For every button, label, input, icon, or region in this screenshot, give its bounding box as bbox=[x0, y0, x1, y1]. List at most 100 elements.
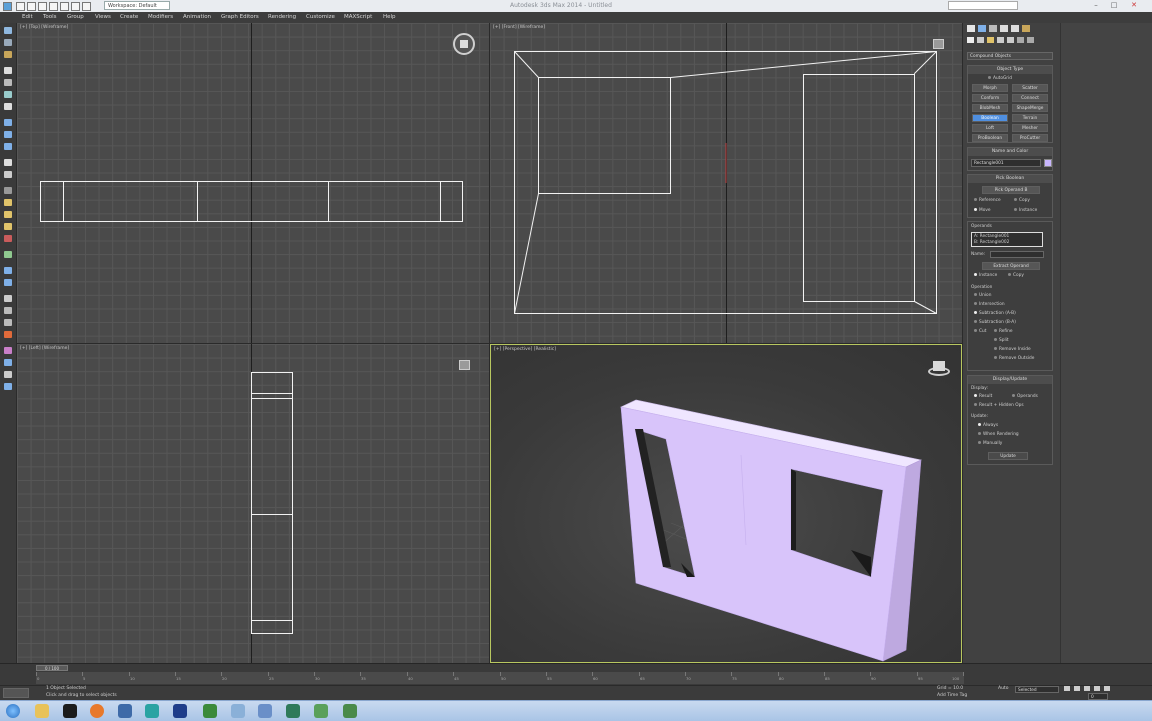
system-tray[interactable] bbox=[1058, 707, 1118, 715]
morph-button[interactable]: Morph bbox=[972, 84, 1008, 92]
save-file-icon[interactable] bbox=[38, 2, 47, 11]
viewcube-icon[interactable] bbox=[925, 359, 953, 379]
viewcube-icon[interactable] bbox=[453, 33, 475, 55]
panel-scroll-area[interactable] bbox=[1060, 23, 1152, 663]
firefox-icon[interactable] bbox=[90, 704, 104, 718]
extract-operand-button[interactable]: Extract Operand bbox=[982, 262, 1040, 270]
render-setup-icon[interactable] bbox=[4, 359, 12, 366]
subtraction-a-b-radio[interactable]: Subtraction (A-B) bbox=[974, 311, 1016, 316]
app-icon[interactable] bbox=[258, 704, 272, 718]
spinner-snap-icon[interactable] bbox=[4, 235, 12, 242]
rotate-icon[interactable] bbox=[4, 131, 12, 138]
object-name-input[interactable]: Rectangle001 bbox=[971, 159, 1041, 167]
rendered-frame-window-icon[interactable] bbox=[4, 371, 12, 378]
graphite-ribbon-icon[interactable] bbox=[4, 307, 12, 314]
update-when-rendering-radio[interactable]: When Rendering bbox=[978, 432, 1019, 437]
procutter-button[interactable]: ProCutter bbox=[1012, 134, 1048, 142]
terrain-button[interactable]: Terrain bbox=[1012, 114, 1048, 122]
key-filter-dropdown[interactable]: Selected bbox=[1015, 686, 1059, 693]
autogrid-checkbox[interactable]: AutoGrid bbox=[988, 76, 1012, 81]
scale-icon[interactable] bbox=[4, 143, 12, 150]
window-crossing-icon[interactable] bbox=[4, 103, 12, 110]
operand-b-item[interactable]: B: Rectangle002 bbox=[974, 240, 1009, 245]
start-button-icon[interactable] bbox=[6, 704, 20, 718]
viewport-label-left[interactable]: [+] [Left] [Wireframe] bbox=[20, 346, 69, 351]
boolean-button[interactable]: Boolean bbox=[972, 114, 1008, 122]
auto-key-button[interactable]: Auto bbox=[998, 686, 1008, 691]
previous-frame-icon[interactable] bbox=[1074, 686, 1080, 691]
menu-group[interactable]: Group bbox=[67, 14, 84, 20]
operand-name-input[interactable] bbox=[990, 251, 1044, 258]
reference-coordinate-icon[interactable] bbox=[4, 159, 12, 166]
menu-graph-editors[interactable]: Graph Editors bbox=[221, 14, 259, 20]
menu-views[interactable]: Views bbox=[95, 14, 111, 20]
layer-manager-icon[interactable] bbox=[4, 295, 12, 302]
reference-radio[interactable]: Reference bbox=[974, 198, 1001, 203]
pick-operand-b-button[interactable]: Pick Operand B bbox=[982, 186, 1040, 194]
app-icon[interactable] bbox=[286, 704, 300, 718]
display-operands-radio[interactable]: Operands bbox=[1012, 394, 1038, 399]
app-icon[interactable] bbox=[314, 704, 328, 718]
angle-snap-icon[interactable] bbox=[4, 211, 12, 218]
play-icon[interactable] bbox=[1084, 686, 1090, 691]
unlink-icon[interactable] bbox=[4, 39, 12, 46]
display-tab-icon[interactable] bbox=[1011, 25, 1019, 32]
viewport-left[interactable]: [+] [Left] [Wireframe] bbox=[17, 344, 490, 663]
pivot-center-icon[interactable] bbox=[4, 171, 12, 178]
schematic-view-icon[interactable] bbox=[4, 331, 12, 338]
geometry-icon[interactable] bbox=[967, 37, 974, 43]
select-object-icon[interactable] bbox=[4, 67, 12, 74]
move-radio[interactable]: Move bbox=[974, 208, 991, 213]
space-warps-icon[interactable] bbox=[1017, 37, 1024, 43]
lights-icon[interactable] bbox=[987, 37, 994, 43]
menu-modifiers[interactable]: Modifiers bbox=[148, 14, 173, 20]
track-bar[interactable]: 0 5 10 15 20 25 30 35 40 45 50 55 60 65 70 75 80 85 90 95 10… bbox=[36, 672, 964, 684]
operands-list[interactable]: A: Rectangle001 B: Rectangle002 bbox=[971, 232, 1043, 247]
motion-tab-icon[interactable] bbox=[1000, 25, 1008, 32]
goto-end-icon[interactable] bbox=[1104, 686, 1110, 691]
add-time-tag[interactable]: Add Time Tag bbox=[937, 693, 967, 698]
object-color-swatch[interactable] bbox=[1044, 159, 1052, 167]
bind-space-warp-icon[interactable] bbox=[4, 51, 12, 58]
next-frame-icon[interactable] bbox=[1094, 686, 1100, 691]
name-color-header[interactable]: Name and Color bbox=[968, 148, 1052, 156]
workspace-combo[interactable]: Workspace: Default bbox=[104, 1, 170, 10]
object-type-header[interactable]: Object Type bbox=[968, 66, 1052, 74]
operand-a-item[interactable]: A: Rectangle001 bbox=[974, 234, 1009, 239]
app-icon[interactable] bbox=[145, 704, 159, 718]
instance-radio[interactable]: Instance bbox=[1014, 208, 1037, 213]
snaps-toggle-icon[interactable] bbox=[4, 199, 12, 206]
menu-customize[interactable]: Customize bbox=[306, 14, 335, 20]
systems-icon[interactable] bbox=[1027, 37, 1034, 43]
goto-start-icon[interactable] bbox=[1064, 686, 1070, 691]
command-prompt-icon[interactable] bbox=[63, 704, 77, 718]
maximize-icon[interactable]: □ bbox=[1106, 0, 1122, 11]
connect-button[interactable]: Connect bbox=[1012, 94, 1048, 102]
3ds-max-taskbar-icon[interactable] bbox=[343, 704, 357, 718]
helpers-icon[interactable] bbox=[1007, 37, 1014, 43]
hierarchy-tab-icon[interactable] bbox=[989, 25, 997, 32]
region-select-icon[interactable] bbox=[4, 91, 12, 98]
extract-copy-radio[interactable]: Copy bbox=[1008, 273, 1024, 278]
menu-tools[interactable]: Tools bbox=[43, 14, 57, 20]
cut-radio[interactable]: Cut bbox=[974, 329, 986, 334]
conform-button[interactable]: Conform bbox=[972, 94, 1008, 102]
utilities-tab-icon[interactable] bbox=[1022, 25, 1030, 32]
menu-create[interactable]: Create bbox=[120, 14, 138, 20]
update-always-radio[interactable]: Always bbox=[978, 423, 998, 428]
menu-edit[interactable]: Edit bbox=[22, 14, 33, 20]
viewcube-icon[interactable] bbox=[933, 39, 944, 49]
viewport-front[interactable]: [+] [Front] [Wireframe] bbox=[490, 23, 962, 344]
fetch-icon[interactable] bbox=[82, 2, 91, 11]
menu-help[interactable]: Help bbox=[383, 14, 396, 20]
hold-icon[interactable] bbox=[71, 2, 80, 11]
redo-icon[interactable] bbox=[60, 2, 69, 11]
display-result-hidden-ops-radio[interactable]: Result + Hidden Ops bbox=[974, 403, 1024, 408]
move-icon[interactable] bbox=[4, 119, 12, 126]
loft-button[interactable]: Loft bbox=[972, 124, 1008, 132]
time-slider[interactable]: 0 / 100 bbox=[36, 665, 68, 671]
remove-outside-radio[interactable]: Remove Outside bbox=[994, 356, 1034, 361]
app-menu-icon[interactable] bbox=[3, 2, 12, 11]
display-update-header[interactable]: Display/Update bbox=[968, 376, 1052, 384]
display-result-radio[interactable]: Result bbox=[974, 394, 992, 399]
